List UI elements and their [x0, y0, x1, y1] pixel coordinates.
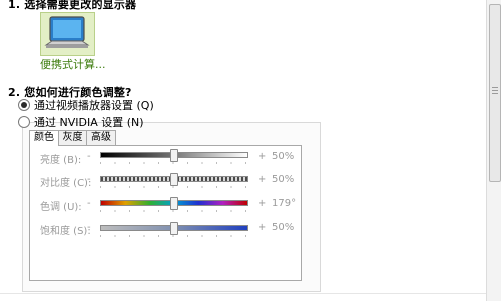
bottom-divider [0, 293, 486, 294]
hue-value: 179° [272, 198, 297, 209]
radio-label: 通过 NVIDIA 设置 (N) [34, 116, 144, 129]
radio-button[interactable] [18, 99, 30, 111]
display-laptop-caption: 便携式计算... [40, 58, 106, 71]
saturation-minus[interactable]: - [87, 222, 91, 233]
radio-label: 通过视频播放器设置 (Q) [34, 99, 154, 112]
saturation-value: 50% [272, 222, 295, 233]
grip-line [492, 93, 498, 94]
scrollbar-thumb[interactable] [489, 4, 501, 182]
contrast-minus[interactable]: - [87, 174, 91, 185]
grip-line [492, 90, 498, 91]
contrast-label: 对比度 (C): [40, 178, 92, 189]
tab-advanced[interactable]: 高级 [86, 130, 116, 145]
contrast-slider-thumb[interactable] [170, 173, 178, 186]
radio-button[interactable] [18, 116, 30, 128]
brightness-value: 50% [272, 151, 295, 162]
contrast-plus[interactable]: + [258, 174, 266, 185]
saturation-label: 饱和度 (S): [40, 226, 91, 237]
laptop-icon [44, 16, 90, 48]
radio-nvidia-settings[interactable]: 通过 NVIDIA 设置 (N) [18, 114, 144, 130]
hue-label: 色调 (U): [40, 202, 82, 213]
brightness-ticks [100, 162, 246, 164]
tab-grayscale[interactable]: 灰度 [58, 130, 87, 145]
grip-line [492, 87, 498, 88]
display-laptop-tile[interactable] [40, 12, 95, 56]
hue-minus[interactable]: - [87, 198, 91, 209]
brightness-plus[interactable]: + [258, 151, 266, 162]
step-1-heading: 1. 选择需要更改的显示器 [8, 0, 137, 11]
hue-ticks [100, 210, 246, 212]
hue-plus[interactable]: + [258, 198, 266, 209]
contrast-value: 50% [272, 174, 295, 185]
vertical-scrollbar[interactable] [486, 0, 501, 301]
hue-slider-thumb[interactable] [170, 197, 178, 210]
contrast-ticks [100, 186, 246, 188]
tab-color[interactable]: 颜色 [29, 130, 59, 146]
radio-video-player-settings[interactable]: 通过视频播放器设置 (Q) [18, 97, 154, 113]
brightness-label: 亮度 (B): [40, 155, 82, 166]
saturation-plus[interactable]: + [258, 222, 266, 233]
brightness-slider-thumb[interactable] [170, 149, 178, 162]
saturation-slider-thumb[interactable] [170, 222, 178, 235]
saturation-ticks [100, 235, 246, 237]
brightness-minus[interactable]: - [87, 151, 91, 162]
